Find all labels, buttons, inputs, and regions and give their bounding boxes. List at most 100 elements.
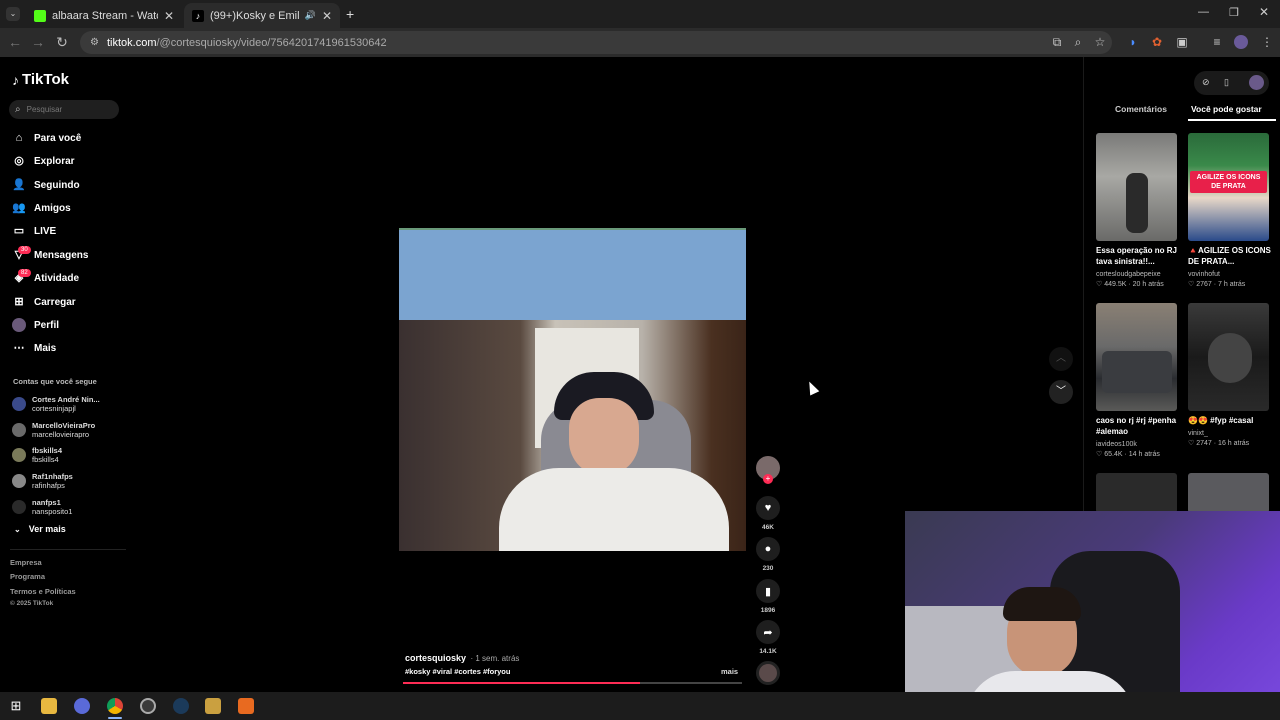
share-button[interactable]: ➦	[756, 620, 780, 644]
following-account[interactable]: Cortes André Nin... cortesninjapjl	[12, 395, 100, 413]
share-icon: ➦	[763, 626, 773, 639]
following-account[interactable]: Raf1nhafps rafinhafps	[12, 472, 73, 490]
video-caption: cortesquiosky · 1 sem. atrás	[405, 648, 745, 666]
friends-icon: 👥	[12, 202, 26, 214]
video-time: 16 h atrás	[1218, 440, 1250, 447]
profile-avatar-icon[interactable]	[1234, 35, 1248, 49]
video-top-band	[399, 228, 746, 320]
video-user[interactable]: vovinhofut	[1188, 270, 1274, 280]
app-icon[interactable]	[74, 698, 90, 714]
extension-orange-icon[interactable]: ✿	[1150, 35, 1164, 49]
following-account[interactable]: fbskills4 fbskills4	[12, 446, 62, 464]
video-caption[interactable]: caos no rj #rj #penha #alemao	[1096, 415, 1180, 437]
messages-badge: 30	[18, 246, 31, 254]
audio-playing-icon[interactable]: 🔊	[305, 10, 316, 21]
bookmark-star-icon[interactable]: ☆	[1093, 35, 1107, 49]
home-icon: ⌂	[15, 132, 23, 144]
nav-seguindo[interactable]: 👤 Seguindo	[12, 177, 79, 193]
tab-comentarios[interactable]: Comentários	[1115, 104, 1167, 114]
previous-video-button[interactable]: ︿	[1049, 347, 1073, 371]
see-more-link[interactable]: ⌄ Ver mais	[14, 521, 66, 537]
video-user[interactable]: vinixt_	[1188, 429, 1274, 439]
tiktok-logo[interactable]: ♪ TikTok	[12, 71, 69, 88]
thumb-vehicle	[1102, 351, 1172, 393]
close-window-icon[interactable]: ✕	[1259, 5, 1269, 19]
video-time: 20 h atrás	[1132, 281, 1164, 288]
app-icon[interactable]	[205, 698, 221, 714]
new-tab-button[interactable]: +	[346, 6, 354, 22]
recommended-video-thumb[interactable]	[1096, 133, 1177, 241]
chrome-icon[interactable]	[107, 698, 123, 714]
nav-label: Mais	[34, 342, 57, 354]
extensions-puzzle-icon[interactable]: ▣	[1175, 35, 1189, 49]
extension-blue-icon[interactable]: ◗	[1126, 35, 1140, 49]
nav-mais[interactable]: ⋯ Mais	[12, 340, 57, 356]
chrome-menu-icon[interactable]: ⋮	[1260, 35, 1274, 49]
site-info-icon[interactable]: ⚙	[90, 37, 99, 48]
heart-icon: ♥	[764, 502, 772, 514]
nav-para-voce[interactable]: ⌂ Para você	[12, 130, 82, 146]
forward-icon[interactable]: →	[30, 34, 46, 50]
video-author[interactable]: cortesquiosky	[405, 653, 466, 663]
footer-termos[interactable]: Termos e Políticas	[10, 587, 76, 596]
like-button[interactable]: ♥	[756, 496, 780, 520]
close-tab-icon[interactable]: ✕	[322, 9, 332, 23]
nav-live[interactable]: ▭ LIVE	[12, 223, 56, 239]
app-icon[interactable]	[238, 698, 254, 714]
search-icon: ⌕	[15, 104, 21, 115]
search-box[interactable]: ⌕ Pesquisar	[9, 100, 119, 119]
windows-start-icon[interactable]: ⊞	[8, 698, 24, 714]
video-time: 7 h atrás	[1218, 281, 1246, 288]
steam-icon[interactable]	[173, 698, 189, 714]
video-progress-track[interactable]	[403, 682, 742, 684]
nav-explorar[interactable]: ◎ Explorar	[12, 153, 74, 169]
nav-perfil[interactable]: Perfil	[12, 317, 59, 333]
tab-tiktok[interactable]: ♪ (99+)Kosky e Emily: Cortes 🔊 ✕	[184, 3, 340, 28]
app-icon[interactable]	[140, 698, 156, 714]
restore-window-icon[interactable]: ❐	[1229, 6, 1239, 19]
following-account[interactable]: nanfps1 nansposito1	[12, 498, 72, 516]
recommended-video-thumb[interactable]	[1188, 473, 1269, 513]
profile-avatar[interactable]	[1249, 75, 1264, 90]
recommended-video-thumb[interactable]: AGILIZE OS ICONS DE PRATA	[1188, 133, 1269, 241]
file-explorer-icon[interactable]	[41, 698, 57, 714]
back-icon[interactable]: ←	[7, 34, 23, 50]
video-caption[interactable]: Essa operação no RJ tava sinistra!!...	[1096, 245, 1180, 267]
video-user[interactable]: iavideos100k	[1096, 440, 1182, 450]
follow-plus-icon[interactable]: +	[763, 474, 773, 484]
tab-search-icon[interactable]: ⌄	[6, 7, 20, 21]
video-player[interactable]	[399, 228, 746, 551]
footer-programa[interactable]: Programa	[10, 572, 45, 581]
mouse-cursor-icon	[804, 379, 820, 396]
tab-voce-pode-gostar[interactable]: Você pode gostar	[1191, 104, 1262, 114]
reload-icon[interactable]: ↻	[54, 34, 70, 50]
video-hashtags[interactable]: #kosky #viral #cortes #foryou	[405, 667, 510, 676]
recommended-video-thumb[interactable]	[1096, 303, 1177, 411]
url-bar[interactable]: ⚙ tiktok.com /@cortesquiosky/video/75642…	[80, 31, 1112, 54]
zoom-icon[interactable]: ⌕	[1071, 35, 1085, 49]
account-name: nanfps1	[32, 498, 61, 507]
footer-empresa[interactable]: Empresa	[10, 558, 42, 567]
nav-amigos[interactable]: 👥 Amigos	[12, 200, 71, 216]
following-account[interactable]: MarcelloVieiraPro marcellovieirapro	[12, 421, 95, 439]
device-icon[interactable]: ▯	[1224, 77, 1229, 88]
close-tab-icon[interactable]: ✕	[164, 9, 174, 23]
video-caption[interactable]: 😍😍 #fyp #casal	[1188, 415, 1272, 426]
caption-more-link[interactable]: mais	[721, 667, 738, 676]
theme-toggle-icon[interactable]: ⊘	[1202, 77, 1210, 88]
media-control-icon[interactable]: ≡	[1210, 35, 1224, 49]
person-shirt	[499, 468, 729, 551]
next-video-button[interactable]: ﹀	[1049, 380, 1073, 404]
comment-button[interactable]: ●	[756, 537, 780, 561]
nav-carregar[interactable]: ⊞ Carregar	[12, 294, 75, 310]
video-user[interactable]: cortesloudgabepeixe	[1096, 270, 1182, 280]
install-app-icon[interactable]: ⧉	[1050, 35, 1064, 49]
minimize-window-icon[interactable]: —	[1198, 6, 1209, 18]
music-disc-icon[interactable]	[756, 661, 780, 685]
recommended-video-thumb[interactable]	[1096, 473, 1177, 513]
save-button[interactable]: ▮	[756, 579, 780, 603]
avatar	[12, 500, 26, 514]
recommended-video-thumb[interactable]	[1188, 303, 1269, 411]
video-caption[interactable]: 🔺AGILIZE OS ICONS DE PRATA...	[1188, 245, 1272, 267]
tab-kick-stream[interactable]: albaara Stream - Watch Live on ✕	[26, 3, 182, 28]
